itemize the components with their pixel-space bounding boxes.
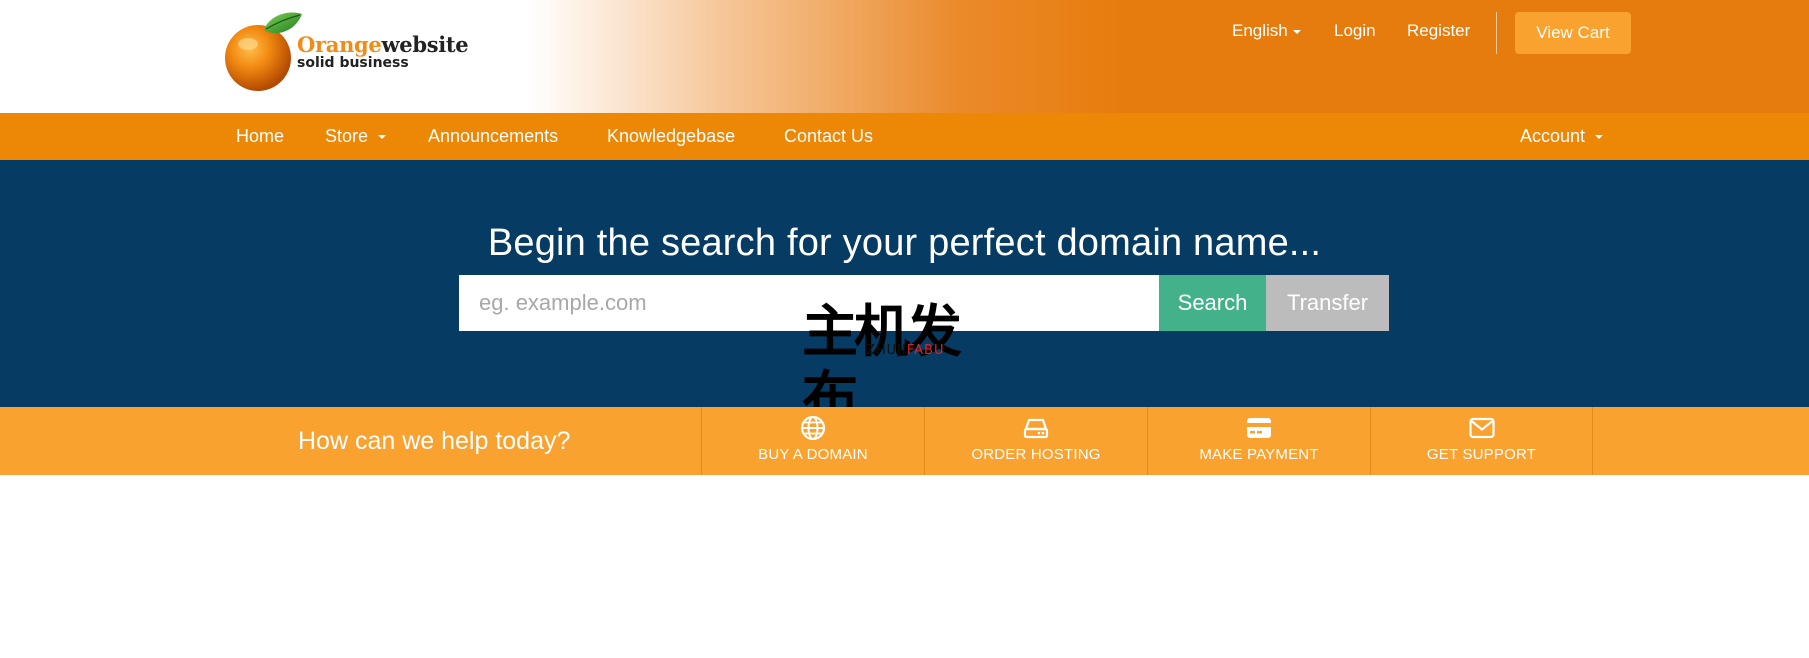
logo-text[interactable]: Orangewebsite solid business <box>297 32 469 71</box>
nav-announcements[interactable]: Announcements <box>428 113 558 160</box>
register-link[interactable]: Register <box>1407 21 1470 41</box>
credit-card-icon <box>1247 418 1271 438</box>
caret-down-icon <box>1595 135 1604 140</box>
login-link[interactable]: Login <box>1334 21 1376 41</box>
order-hosting-button[interactable]: ORDER HOSTING <box>924 407 1147 475</box>
nav-account[interactable]: Account <box>1520 113 1604 160</box>
logo-brand: Orange <box>297 32 382 57</box>
help-item-label: MAKE PAYMENT <box>1199 446 1319 463</box>
help-item-label: BUY A DOMAIN <box>758 446 868 463</box>
help-item-label: GET SUPPORT <box>1426 446 1537 463</box>
language-dropdown[interactable]: English <box>1232 21 1301 41</box>
search-button[interactable]: Search <box>1159 275 1266 331</box>
buy-domain-button[interactable]: BUY A DOMAIN <box>701 407 924 475</box>
server-icon <box>1023 418 1049 439</box>
nav-contact-us[interactable]: Contact Us <box>784 113 873 160</box>
main-navbar: Home Store Announcements Knowledgebase C… <box>0 113 1809 160</box>
nav-knowledgebase[interactable]: Knowledgebase <box>607 113 735 160</box>
make-payment-button[interactable]: MAKE PAYMENT <box>1147 407 1370 475</box>
help-bar: How can we help today? BUY A DOMAIN ORDE… <box>0 407 1809 475</box>
help-prompt: How can we help today? <box>298 427 571 455</box>
watermark-latin-a: ZHUJI <box>866 343 907 358</box>
view-cart-button[interactable]: View Cart <box>1515 12 1631 54</box>
nav-account-label: Account <box>1520 126 1586 146</box>
help-item-label: ORDER HOSTING <box>971 446 1101 463</box>
hero-title: Begin the search for your perfect domain… <box>487 222 1322 264</box>
transfer-button[interactable]: Transfer <box>1266 275 1389 331</box>
globe-icon <box>800 415 826 441</box>
caret-down-icon <box>378 135 387 140</box>
logo-rest: website <box>381 32 469 57</box>
envelope-icon <box>1468 417 1495 439</box>
site-header: Orangewebsite solid business English Log… <box>0 0 1809 113</box>
nav-home[interactable]: Home <box>236 113 284 160</box>
watermark: 主机发布 ZHUJIFABU <box>802 300 1006 431</box>
language-label: English <box>1232 21 1288 40</box>
nav-store[interactable]: Store <box>325 113 387 160</box>
domain-search-hero: Begin the search for your perfect domain… <box>0 160 1809 431</box>
header-divider <box>1496 12 1497 54</box>
caret-down-icon <box>1292 29 1301 34</box>
nav-store-label: Store <box>325 126 369 146</box>
get-support-button[interactable]: GET SUPPORT <box>1370 407 1593 475</box>
watermark-latin: ZHUJIFABU <box>866 344 945 358</box>
watermark-latin-b: FABU <box>906 343 945 358</box>
logo-tagline: solid business <box>297 55 409 71</box>
